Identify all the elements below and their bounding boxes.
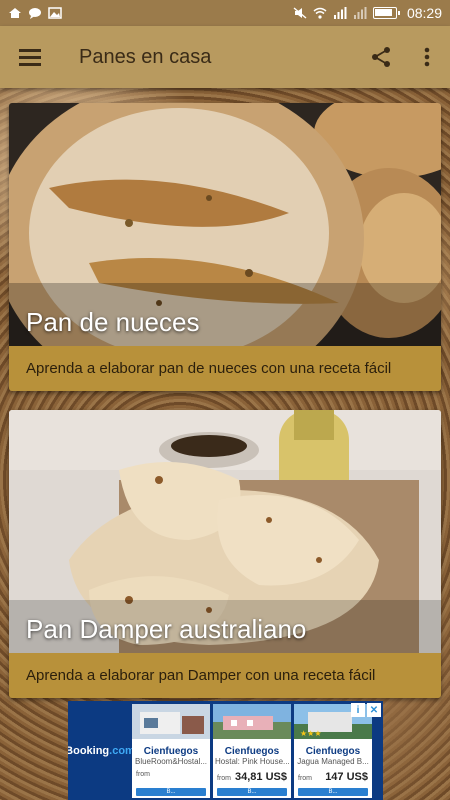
menu-button[interactable] bbox=[0, 26, 60, 88]
home-icon bbox=[9, 8, 21, 18]
battery-icon bbox=[372, 7, 400, 19]
hotel-name: Jagua Managed B... bbox=[297, 757, 369, 766]
hotel-city: Cienfuegos bbox=[143, 746, 199, 757]
recipe-description: Aprenda a elaborar pan de nueces con una… bbox=[9, 346, 441, 391]
more-vertical-icon bbox=[424, 47, 430, 67]
hotel-offer[interactable]: ★★★ Cienfuegos Jagua Managed B... from 1… bbox=[294, 704, 372, 798]
hotel-photo bbox=[213, 704, 291, 739]
recipe-card[interactable]: Pan de nueces Aprenda a elaborar pan de … bbox=[9, 103, 441, 391]
hotel-city: Cienfuegos bbox=[305, 746, 361, 757]
recipe-image: Pan de nueces bbox=[9, 103, 441, 346]
signal-icon-2 bbox=[353, 7, 367, 19]
status-bar: 08:29 bbox=[0, 0, 450, 26]
hotel-from-label: from bbox=[136, 771, 150, 778]
recipe-title: Pan de nueces bbox=[26, 307, 200, 337]
hotel-from-label: from bbox=[217, 775, 231, 782]
recipe-title: Pan Damper australiano bbox=[26, 614, 307, 644]
wifi-icon bbox=[313, 7, 327, 19]
signal-icon bbox=[333, 7, 347, 19]
message-icon bbox=[29, 8, 41, 19]
hotel-book-button[interactable]: B... bbox=[136, 788, 206, 796]
booking-logo: Booking .com bbox=[68, 701, 135, 800]
hotel-from-label: from bbox=[298, 775, 312, 782]
app-bar: Panes en casa bbox=[0, 26, 450, 88]
recipe-card[interactable]: Pan Damper australiano Aprenda a elabora… bbox=[9, 410, 441, 698]
status-time: 08:29 bbox=[406, 5, 442, 21]
close-icon[interactable]: ✕ bbox=[367, 703, 381, 717]
hotel-price: 34,81 US$ bbox=[235, 771, 287, 783]
booking-logo-suffix: .com bbox=[109, 744, 135, 757]
share-icon bbox=[372, 47, 390, 67]
hotel-book-button[interactable]: B... bbox=[217, 788, 287, 796]
ad-banner[interactable]: Booking .com Cienfuegos BlueRoom&Hostal..… bbox=[68, 701, 383, 800]
share-button[interactable] bbox=[358, 26, 404, 88]
hotel-photo bbox=[132, 704, 210, 739]
hotel-name: Hostal: Pink House... bbox=[215, 757, 290, 766]
recipe-image: Pan Damper australiano bbox=[9, 410, 441, 653]
app-title: Panes en casa bbox=[79, 45, 212, 68]
recipe-description: Aprenda a elaborar pan Damper con una re… bbox=[9, 653, 441, 698]
hotel-name: BlueRoom&Hostal... bbox=[134, 757, 208, 766]
hotel-price: 147 US$ bbox=[325, 771, 368, 783]
hamburger-icon bbox=[19, 49, 41, 66]
svg-text:★★★: ★★★ bbox=[300, 729, 322, 738]
hotel-offer[interactable]: Cienfuegos Hostal: Pink House... from 34… bbox=[213, 704, 291, 798]
hotel-book-button[interactable]: B... bbox=[298, 788, 368, 796]
overflow-menu-button[interactable] bbox=[404, 26, 450, 88]
booking-logo-text: Booking bbox=[68, 744, 110, 757]
image-icon bbox=[48, 7, 62, 19]
mute-icon bbox=[293, 7, 307, 19]
ad-choices: i ✕ bbox=[351, 703, 381, 717]
hotel-city: Cienfuegos bbox=[224, 746, 280, 757]
info-icon[interactable]: i bbox=[351, 703, 365, 717]
hotel-offer[interactable]: Cienfuegos BlueRoom&Hostal... from B... bbox=[132, 704, 210, 798]
